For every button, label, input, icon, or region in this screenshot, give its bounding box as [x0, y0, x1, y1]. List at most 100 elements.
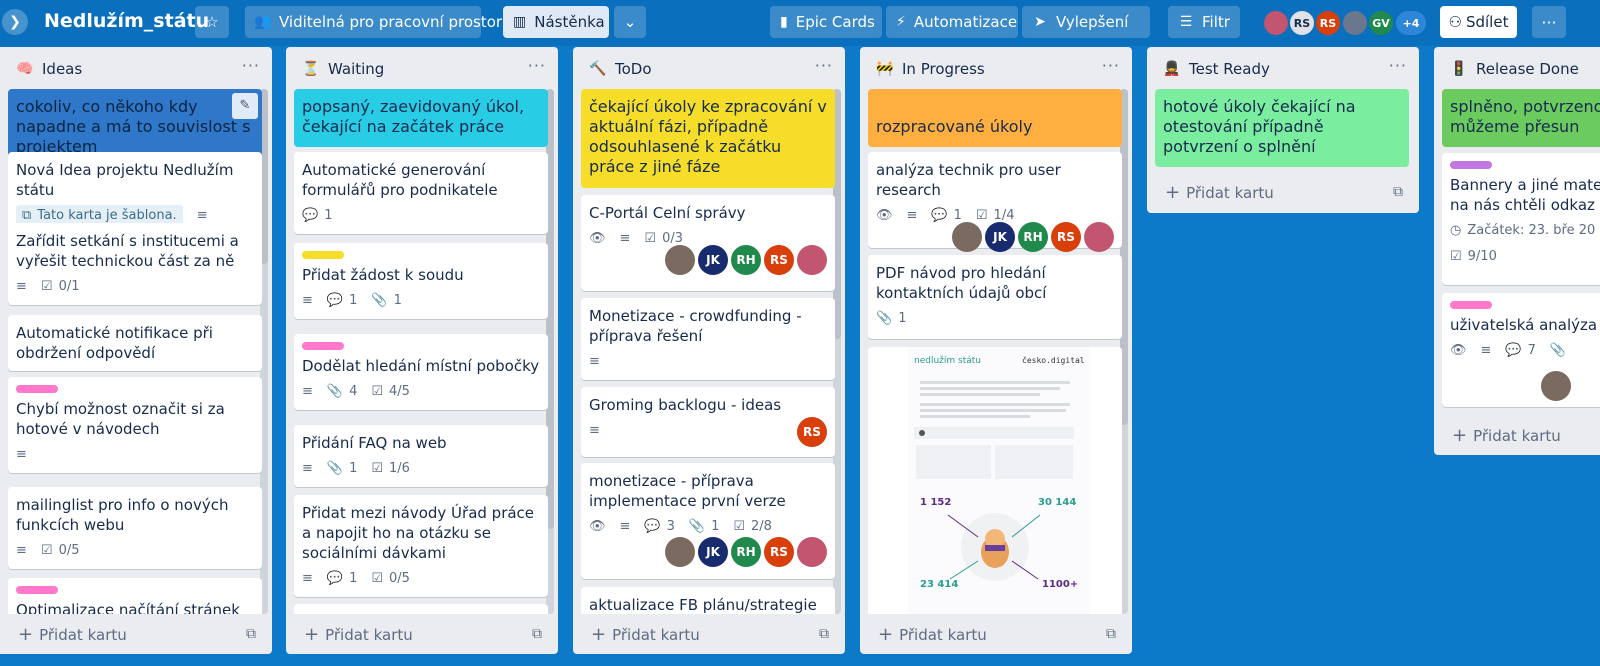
powerups-button[interactable]: ➤ Vylepšení	[1022, 6, 1150, 38]
create-from-template-icon[interactable]: ⧉	[819, 626, 829, 642]
member-avatar[interactable]	[797, 245, 827, 275]
list-description-card[interactable]: čekající úkoly ke zpracování v aktuální …	[581, 89, 835, 188]
member-avatar[interactable]	[665, 537, 695, 567]
filter-button[interactable]: ☰ Filtr	[1168, 6, 1240, 38]
create-from-template-icon[interactable]: ⧉	[1106, 626, 1116, 642]
member-avatar[interactable]: RS	[764, 245, 794, 275]
purple-label[interactable]	[1450, 161, 1492, 169]
card[interactable]: C-Portál Celní správy 👁 ≡ ☑ 0/3 JK RH RS	[581, 195, 835, 291]
card[interactable]: mailinglist pro info o nových funkcích w…	[8, 487, 262, 569]
member-avatar[interactable]	[665, 245, 695, 275]
member-avatar[interactable]	[1341, 9, 1369, 37]
list-menu-icon[interactable]: ···	[1102, 56, 1120, 75]
view-switcher[interactable]: ▥ Nástěnka	[503, 6, 609, 38]
view-dropdown-button[interactable]: ⌄	[614, 6, 646, 38]
list-title[interactable]: In Progress	[902, 60, 985, 78]
add-card-button[interactable]: + Přidat kartu	[304, 624, 413, 645]
member-avatar[interactable]: RS	[1314, 9, 1342, 37]
card[interactable]	[294, 604, 548, 614]
card[interactable]: Chybí možnost označit si za hotové v náv…	[8, 377, 262, 473]
card[interactable]: Nová Idea projektu Nedlužím státu ⧉ Tato …	[8, 152, 262, 234]
filter-icon: ☰	[1179, 14, 1193, 30]
card[interactable]: Přidat mezi návody Úřad práce a napojit …	[294, 495, 548, 597]
member-avatar[interactable]: RH	[731, 537, 761, 567]
automation-button[interactable]: ⚡ Automatizace	[886, 6, 1018, 38]
edit-pencil-icon[interactable]: ✎	[232, 93, 258, 119]
list-title[interactable]: Waiting	[328, 60, 384, 78]
add-card-button[interactable]: + Přidat kartu	[591, 624, 700, 645]
list-description-card[interactable]: hotové úkoly čekající na otestování příp…	[1155, 89, 1409, 167]
card[interactable]: Přidat žádost k soudu ≡ 💬 1 📎 1	[294, 243, 548, 319]
pink-label[interactable]	[302, 342, 344, 350]
member-avatar[interactable]: RH	[1018, 222, 1048, 252]
paperclip-icon: 📎	[326, 461, 344, 476]
pink-label[interactable]	[1450, 301, 1492, 309]
add-card-button[interactable]: + Přidat kartu	[18, 624, 127, 645]
card[interactable]: analýza technik pro user research 👁 ≡ 💬 1…	[868, 152, 1122, 252]
card[interactable]: aktualizace FB plánu/strategie	[581, 587, 835, 614]
list-header[interactable]: 🧠 Ideas ···	[0, 47, 272, 89]
member-avatar[interactable]: JK	[698, 245, 728, 275]
list-header[interactable]: 💂 Test Ready ···	[1147, 47, 1419, 89]
create-from-template-icon[interactable]: ⧉	[246, 626, 256, 642]
add-card-button[interactable]: + Přidat kartu	[878, 624, 987, 645]
member-avatar[interactable]: RS	[1288, 9, 1316, 37]
card[interactable]: Automatické generování formulářů pro pod…	[294, 152, 548, 234]
list-description-card[interactable]: popsaný, zaevidovaný úkol, čekající na z…	[294, 89, 548, 147]
list-description-card[interactable]: splněno, potvrzeno, můžeme přesun	[1442, 89, 1600, 147]
list-menu-icon[interactable]: ···	[242, 56, 260, 75]
list-header[interactable]: ⏳ Waiting ···	[286, 47, 558, 89]
list-menu-icon[interactable]: ···	[815, 56, 833, 75]
list-header[interactable]: 🔨 ToDo ···	[573, 47, 845, 89]
sidebar-expand-button[interactable]: ❯	[2, 9, 28, 35]
create-from-template-icon[interactable]: ⧉	[1393, 184, 1403, 200]
card[interactable]: Automatické notifikace při obdržení odpo…	[8, 315, 262, 371]
card[interactable]: uživatelská analýza 👁 ≡ 💬 7 📎	[1442, 293, 1600, 407]
list-menu-icon[interactable]: ···	[1389, 56, 1407, 75]
pink-label[interactable]	[16, 385, 58, 393]
member-avatar[interactable]	[1262, 9, 1290, 37]
card[interactable]: Přidání FAQ na web ≡ 📎 1 ☑ 1/6	[294, 425, 548, 487]
member-avatar[interactable]: GV	[1367, 9, 1395, 37]
member-avatar[interactable]: RS	[797, 417, 827, 447]
create-from-template-icon[interactable]: ⧉	[532, 626, 542, 642]
more-members-button[interactable]: +4	[1394, 9, 1428, 37]
add-card-button[interactable]: + Přidat kartu	[1165, 182, 1274, 203]
card[interactable]: Optimalizace načítání stránek (nejen	[8, 578, 262, 614]
list-header[interactable]: 🚦 Release Done	[1434, 47, 1600, 89]
member-avatar[interactable]: RS	[764, 537, 794, 567]
member-avatar[interactable]: RH	[731, 245, 761, 275]
member-avatar[interactable]: RS	[1051, 222, 1081, 252]
share-button[interactable]: ⚇ Sdílet	[1440, 6, 1517, 38]
list-title[interactable]: Release Done	[1476, 60, 1579, 78]
card[interactable]: Groming backlogu - ideas ≡ RS	[581, 387, 835, 457]
card[interactable]: Dodělat hledání místní pobočky ≡ 📎 4 ☑ 4/5	[294, 334, 548, 410]
member-avatar[interactable]: JK	[985, 222, 1015, 252]
list-title[interactable]: Test Ready	[1189, 60, 1270, 78]
yellow-label[interactable]	[302, 251, 344, 259]
card[interactable]: Bannery a jiné mate na nás chtěli odkaz …	[1442, 153, 1600, 285]
member-avatar[interactable]: JK	[698, 537, 728, 567]
pink-label[interactable]	[16, 586, 58, 594]
card[interactable]: Zařídit setkání s institucemi a vyřešit …	[8, 223, 262, 305]
list-title[interactable]: Ideas	[42, 60, 82, 78]
board-menu-button[interactable]: ···	[1532, 6, 1566, 38]
board-title[interactable]: Nedlužím_státu	[44, 10, 209, 32]
add-card-button[interactable]: + Přidat kartu	[1452, 425, 1561, 446]
epic-cards-button[interactable]: ▮ Epic Cards	[770, 6, 882, 38]
visibility-button[interactable]: 👥 Viditelná pro pracovní prostor	[245, 6, 502, 38]
list-description-card[interactable]: rozpracované úkoly	[868, 89, 1122, 147]
list-footer: + Přidat kartu ⧉	[286, 614, 558, 654]
star-button[interactable]: ☆	[195, 6, 229, 38]
member-avatar[interactable]	[952, 222, 982, 252]
list-header[interactable]: 🚧 In Progress ···	[860, 47, 1132, 89]
list-menu-icon[interactable]: ···	[528, 56, 546, 75]
card-cover-image[interactable]: nedlužím státu česko.digital 1 152 30 14…	[868, 347, 1122, 614]
card[interactable]: monetizace - příprava implementace první…	[581, 463, 835, 579]
card[interactable]: PDF návod pro hledání kontaktních údajů …	[868, 255, 1122, 339]
member-avatar[interactable]	[1541, 371, 1571, 401]
member-avatar[interactable]	[797, 537, 827, 567]
list-title[interactable]: ToDo	[615, 60, 652, 78]
member-avatar[interactable]	[1084, 222, 1114, 252]
card[interactable]: Monetizace - crowdfunding - příprava řeš…	[581, 298, 835, 380]
